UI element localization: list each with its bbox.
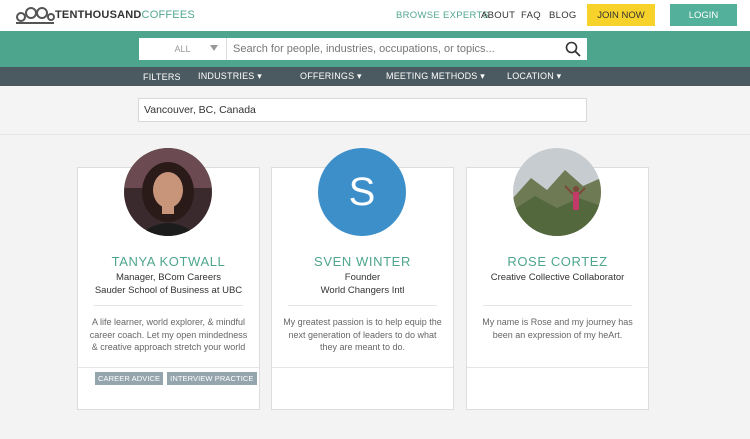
filters-label[interactable]: FILTERS xyxy=(143,67,181,86)
expert-bio: My name is Rose and my journey has been … xyxy=(482,317,633,340)
expert-name[interactable]: ROSE CORTEZ xyxy=(467,254,648,269)
avatar-initial: S xyxy=(348,169,376,214)
avatar[interactable] xyxy=(124,148,212,236)
category-select-value: ALL xyxy=(174,44,191,54)
search-box: ALL xyxy=(139,38,587,60)
card-divider xyxy=(467,367,648,368)
nav-blog[interactable]: BLOG xyxy=(549,0,577,31)
avatar-photo-woman-icon xyxy=(124,148,212,236)
expert-bio: My greatest passion is to help equip the… xyxy=(283,317,442,352)
expert-role: Founder World Changers Intl xyxy=(320,272,405,296)
card-divider xyxy=(483,305,632,306)
card-divider xyxy=(94,305,243,306)
nav-about[interactable]: ABOUT xyxy=(481,0,515,31)
tag-list: CAREER ADVICE INTERVIEW PRACTICE xyxy=(95,372,257,385)
join-now-button[interactable]: JOIN NOW xyxy=(587,4,655,26)
expert-name[interactable]: SVEN WINTER xyxy=(272,254,453,269)
search-input[interactable] xyxy=(227,38,559,60)
expert-role: Creative Collective Collaborator xyxy=(490,272,625,283)
offerings-dropdown[interactable]: OFFERINGS ▾ xyxy=(300,67,362,86)
logo-text: TENTHOUSANDCOFFEES xyxy=(55,9,195,21)
expert-role: Manager, BCom Careers Sauder School of B… xyxy=(94,272,243,296)
nav-faq[interactable]: FAQ xyxy=(521,0,541,31)
caret-down-icon xyxy=(210,45,218,51)
card-divider xyxy=(272,367,453,368)
meeting-methods-dropdown[interactable]: MEETING METHODS ▾ xyxy=(386,67,485,86)
search-band: ALL xyxy=(0,31,750,67)
tag-interview-practice[interactable]: INTERVIEW PRACTICE xyxy=(167,372,257,385)
location-input[interactable]: Vancouver, BC, Canada xyxy=(138,98,587,122)
avatar-photo-mountain-icon xyxy=(513,148,601,236)
industries-dropdown[interactable]: INDUSTRIES ▾ xyxy=(198,67,262,86)
location-dropdown[interactable]: LOCATION ▾ xyxy=(507,67,561,86)
search-icon[interactable] xyxy=(559,38,587,60)
avatar[interactable] xyxy=(513,148,601,236)
expert-name[interactable]: TANYA KOTWALL xyxy=(78,254,259,269)
filter-bar: FILTERS INDUSTRIES ▾ OFFERINGS ▾ MEETING… xyxy=(0,67,750,86)
login-button[interactable]: LOGIN xyxy=(670,4,737,26)
coffee-cups-logo-icon xyxy=(16,7,55,24)
top-header: TENTHOUSANDCOFFEES BROWSE EXPERTS ABOUT … xyxy=(0,0,750,31)
category-select[interactable]: ALL xyxy=(139,38,227,60)
nav-browse-experts[interactable]: BROWSE EXPERTS xyxy=(396,0,489,31)
card-divider xyxy=(288,305,437,306)
logo[interactable]: TENTHOUSANDCOFFEES xyxy=(15,5,195,25)
card-divider xyxy=(78,367,259,368)
tag-career-advice[interactable]: CAREER ADVICE xyxy=(95,372,164,385)
avatar[interactable]: S xyxy=(318,148,406,236)
expert-bio: A life learner, world explorer, & mindfu… xyxy=(89,317,248,356)
